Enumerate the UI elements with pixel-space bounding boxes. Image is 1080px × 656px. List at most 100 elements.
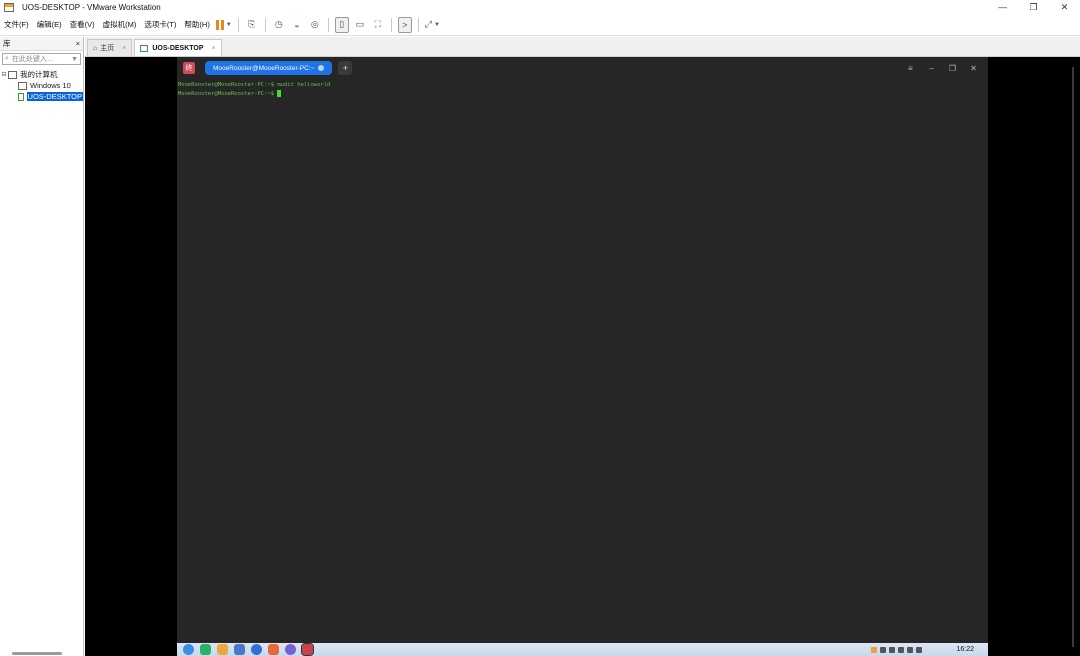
- menu-button[interactable]: ≡: [900, 64, 921, 73]
- collapse-icon[interactable]: ⊟: [0, 71, 8, 78]
- vm-running-icon: [140, 44, 149, 52]
- library-panel: 库 × ⌕ 在此处键入... ▼ ⊟ 我的计算机 Windows 10 UOS-…: [0, 37, 84, 656]
- fullscreen-button[interactable]: ⛶: [371, 17, 385, 33]
- trash-icon[interactable]: [234, 644, 245, 655]
- chevron-down-icon: ▼: [225, 21, 232, 28]
- close-button[interactable]: ✕: [963, 64, 984, 73]
- search-icon: ⌕: [5, 55, 9, 62]
- menu-edit[interactable]: 编辑(E): [33, 19, 66, 30]
- snapshot-button[interactable]: ◷: [272, 17, 286, 33]
- chevron-down-icon: ▼: [433, 21, 440, 28]
- computer-icon: [8, 70, 17, 79]
- fullscreen-icon: ⛶: [374, 19, 381, 29]
- tree-item-label: Windows 10: [30, 81, 71, 90]
- new-tab-button[interactable]: +: [338, 61, 353, 75]
- console-view-button[interactable]: >: [397, 16, 412, 33]
- library-title: 库: [3, 39, 11, 48]
- system-tray: [871, 646, 923, 653]
- tray-icon[interactable]: [871, 646, 878, 653]
- toolbar-divider: [417, 17, 419, 32]
- terminal-line: MooeRooster@MooeRooster-PC:~$: [178, 91, 275, 97]
- vmware-logo-icon: [4, 2, 14, 12]
- toolbar-divider: [390, 17, 392, 32]
- taskbar-clock[interactable]: 16:22: [956, 646, 974, 653]
- menu-file[interactable]: 文件(F): [0, 19, 33, 30]
- console-icon: >: [402, 19, 408, 30]
- library-view-icon: ▯: [339, 19, 345, 29]
- launcher-icon[interactable]: [183, 644, 194, 655]
- tray-icon[interactable]: [898, 646, 905, 653]
- pause-button[interactable]: ▼: [215, 17, 232, 33]
- minimize-button[interactable]: —: [987, 0, 1018, 14]
- terminal-icon[interactable]: [301, 643, 314, 656]
- toolbar-divider: [327, 17, 329, 32]
- library-header: 库 ×: [0, 37, 83, 51]
- revert-snapshot-icon: ◒: [294, 19, 300, 30]
- library-view-button[interactable]: ▯: [334, 16, 349, 33]
- library-tree: ⊟ 我的计算机 Windows 10 UOS-DESKTOP: [0, 69, 83, 102]
- snapshot-manager-icon: ◎: [310, 19, 319, 29]
- tab-label: 主页: [100, 45, 115, 52]
- vm-icon: [18, 81, 27, 90]
- tab-close-icon[interactable]: [318, 65, 325, 71]
- send-ctrl-alt-del-button[interactable]: ⎘: [245, 17, 259, 33]
- mail-icon[interactable]: [268, 644, 279, 655]
- guest-taskbar: 16:22: [177, 643, 988, 656]
- tree-item-my-computer[interactable]: ⊟ 我的计算机: [0, 69, 83, 80]
- menu-vm[interactable]: 虚拟机(M): [99, 19, 141, 30]
- tray-icon[interactable]: [916, 646, 923, 653]
- menu-tabs[interactable]: 选项卡(T): [140, 19, 180, 30]
- terminal-tab-title: MooeRooster@MooeRooster-PC:~: [213, 64, 315, 72]
- maximize-button[interactable]: ❐: [942, 64, 963, 73]
- terminal-titlebar: 终 MooeRooster@MooeRooster-PC:~ + ≡ – ❐ ✕: [177, 57, 988, 79]
- tab-strip: ⌂ 主页 × UOS-DESKTOP ×: [85, 37, 1080, 57]
- tree-item-windows10[interactable]: Windows 10: [0, 80, 83, 91]
- browser-icon[interactable]: [251, 644, 262, 655]
- revert-snapshot-button[interactable]: ◒: [290, 17, 304, 33]
- terminal-output[interactable]: MooeRooster@MooeRooster-PC:~$ mudit hell…: [177, 79, 988, 99]
- home-icon: ⌂: [93, 44, 98, 52]
- toolbar-divider: [237, 17, 239, 32]
- library-close-button[interactable]: ×: [76, 39, 80, 48]
- terminal-window[interactable]: 终 MooeRooster@MooeRooster-PC:~ + ≡ – ❐ ✕…: [177, 57, 988, 656]
- library-search-input[interactable]: ⌕ 在此处键入... ▼: [2, 53, 81, 65]
- search-placeholder: 在此处键入...: [11, 56, 53, 63]
- text-cursor: [277, 90, 282, 97]
- pause-icon: [215, 19, 224, 30]
- horizontal-scrollbar[interactable]: [12, 652, 62, 655]
- tab-close-button[interactable]: ×: [122, 45, 126, 52]
- chevron-down-icon[interactable]: ▼: [71, 56, 78, 63]
- stretch-button[interactable]: ⤢ ▼: [425, 17, 440, 33]
- tab-home[interactable]: ⌂ 主页 ×: [87, 39, 133, 56]
- app-store-icon[interactable]: [200, 644, 211, 655]
- vertical-scrollbar[interactable]: [1072, 67, 1074, 647]
- window-title: UOS-DESKTOP - VMware Workstation: [22, 2, 161, 12]
- vm-running-icon: [18, 92, 24, 101]
- settings-icon[interactable]: [285, 644, 296, 655]
- terminal-prompt-line: MooeRooster@MooeRooster-PC:~$: [178, 90, 988, 99]
- tree-item-uos-desktop[interactable]: UOS-DESKTOP: [0, 91, 83, 102]
- close-button[interactable]: ✕: [1049, 0, 1080, 14]
- tray-icon[interactable]: [880, 646, 887, 653]
- vm-console[interactable]: 终 MooeRooster@MooeRooster-PC:~ + ≡ – ❐ ✕…: [85, 57, 1080, 656]
- tab-label: UOS-DESKTOP: [152, 44, 204, 52]
- file-manager-icon[interactable]: [217, 644, 228, 655]
- thumbnail-view-icon: ▭: [355, 19, 365, 29]
- restore-button[interactable]: ❐: [1018, 0, 1049, 14]
- terminal-window-controls: ≡ – ❐ ✕: [900, 64, 984, 73]
- tab-close-button[interactable]: ×: [212, 45, 216, 52]
- minimize-button[interactable]: –: [921, 64, 942, 73]
- tray-icon[interactable]: [907, 646, 914, 653]
- tree-item-label: 我的计算机: [20, 70, 58, 79]
- thumbnail-view-button[interactable]: ▭: [353, 17, 367, 33]
- terminal-line: MooeRooster@MooeRooster-PC:~$ mudit hell…: [178, 82, 331, 88]
- tray-icon[interactable]: [889, 646, 896, 653]
- toolbar-divider: [264, 17, 266, 32]
- menu-view[interactable]: 查看(V): [66, 19, 99, 30]
- menubar: 文件(F) 编辑(E) 查看(V) 虚拟机(M) 选项卡(T) 帮助(H) ▼ …: [0, 14, 1080, 36]
- stretch-icon: ⤢: [424, 19, 432, 29]
- terminal-tab[interactable]: MooeRooster@MooeRooster-PC:~: [205, 61, 333, 75]
- tab-uos-desktop[interactable]: UOS-DESKTOP ×: [134, 39, 222, 56]
- menu-help[interactable]: 帮助(H): [180, 19, 213, 30]
- snapshot-manager-button[interactable]: ◎: [308, 17, 322, 33]
